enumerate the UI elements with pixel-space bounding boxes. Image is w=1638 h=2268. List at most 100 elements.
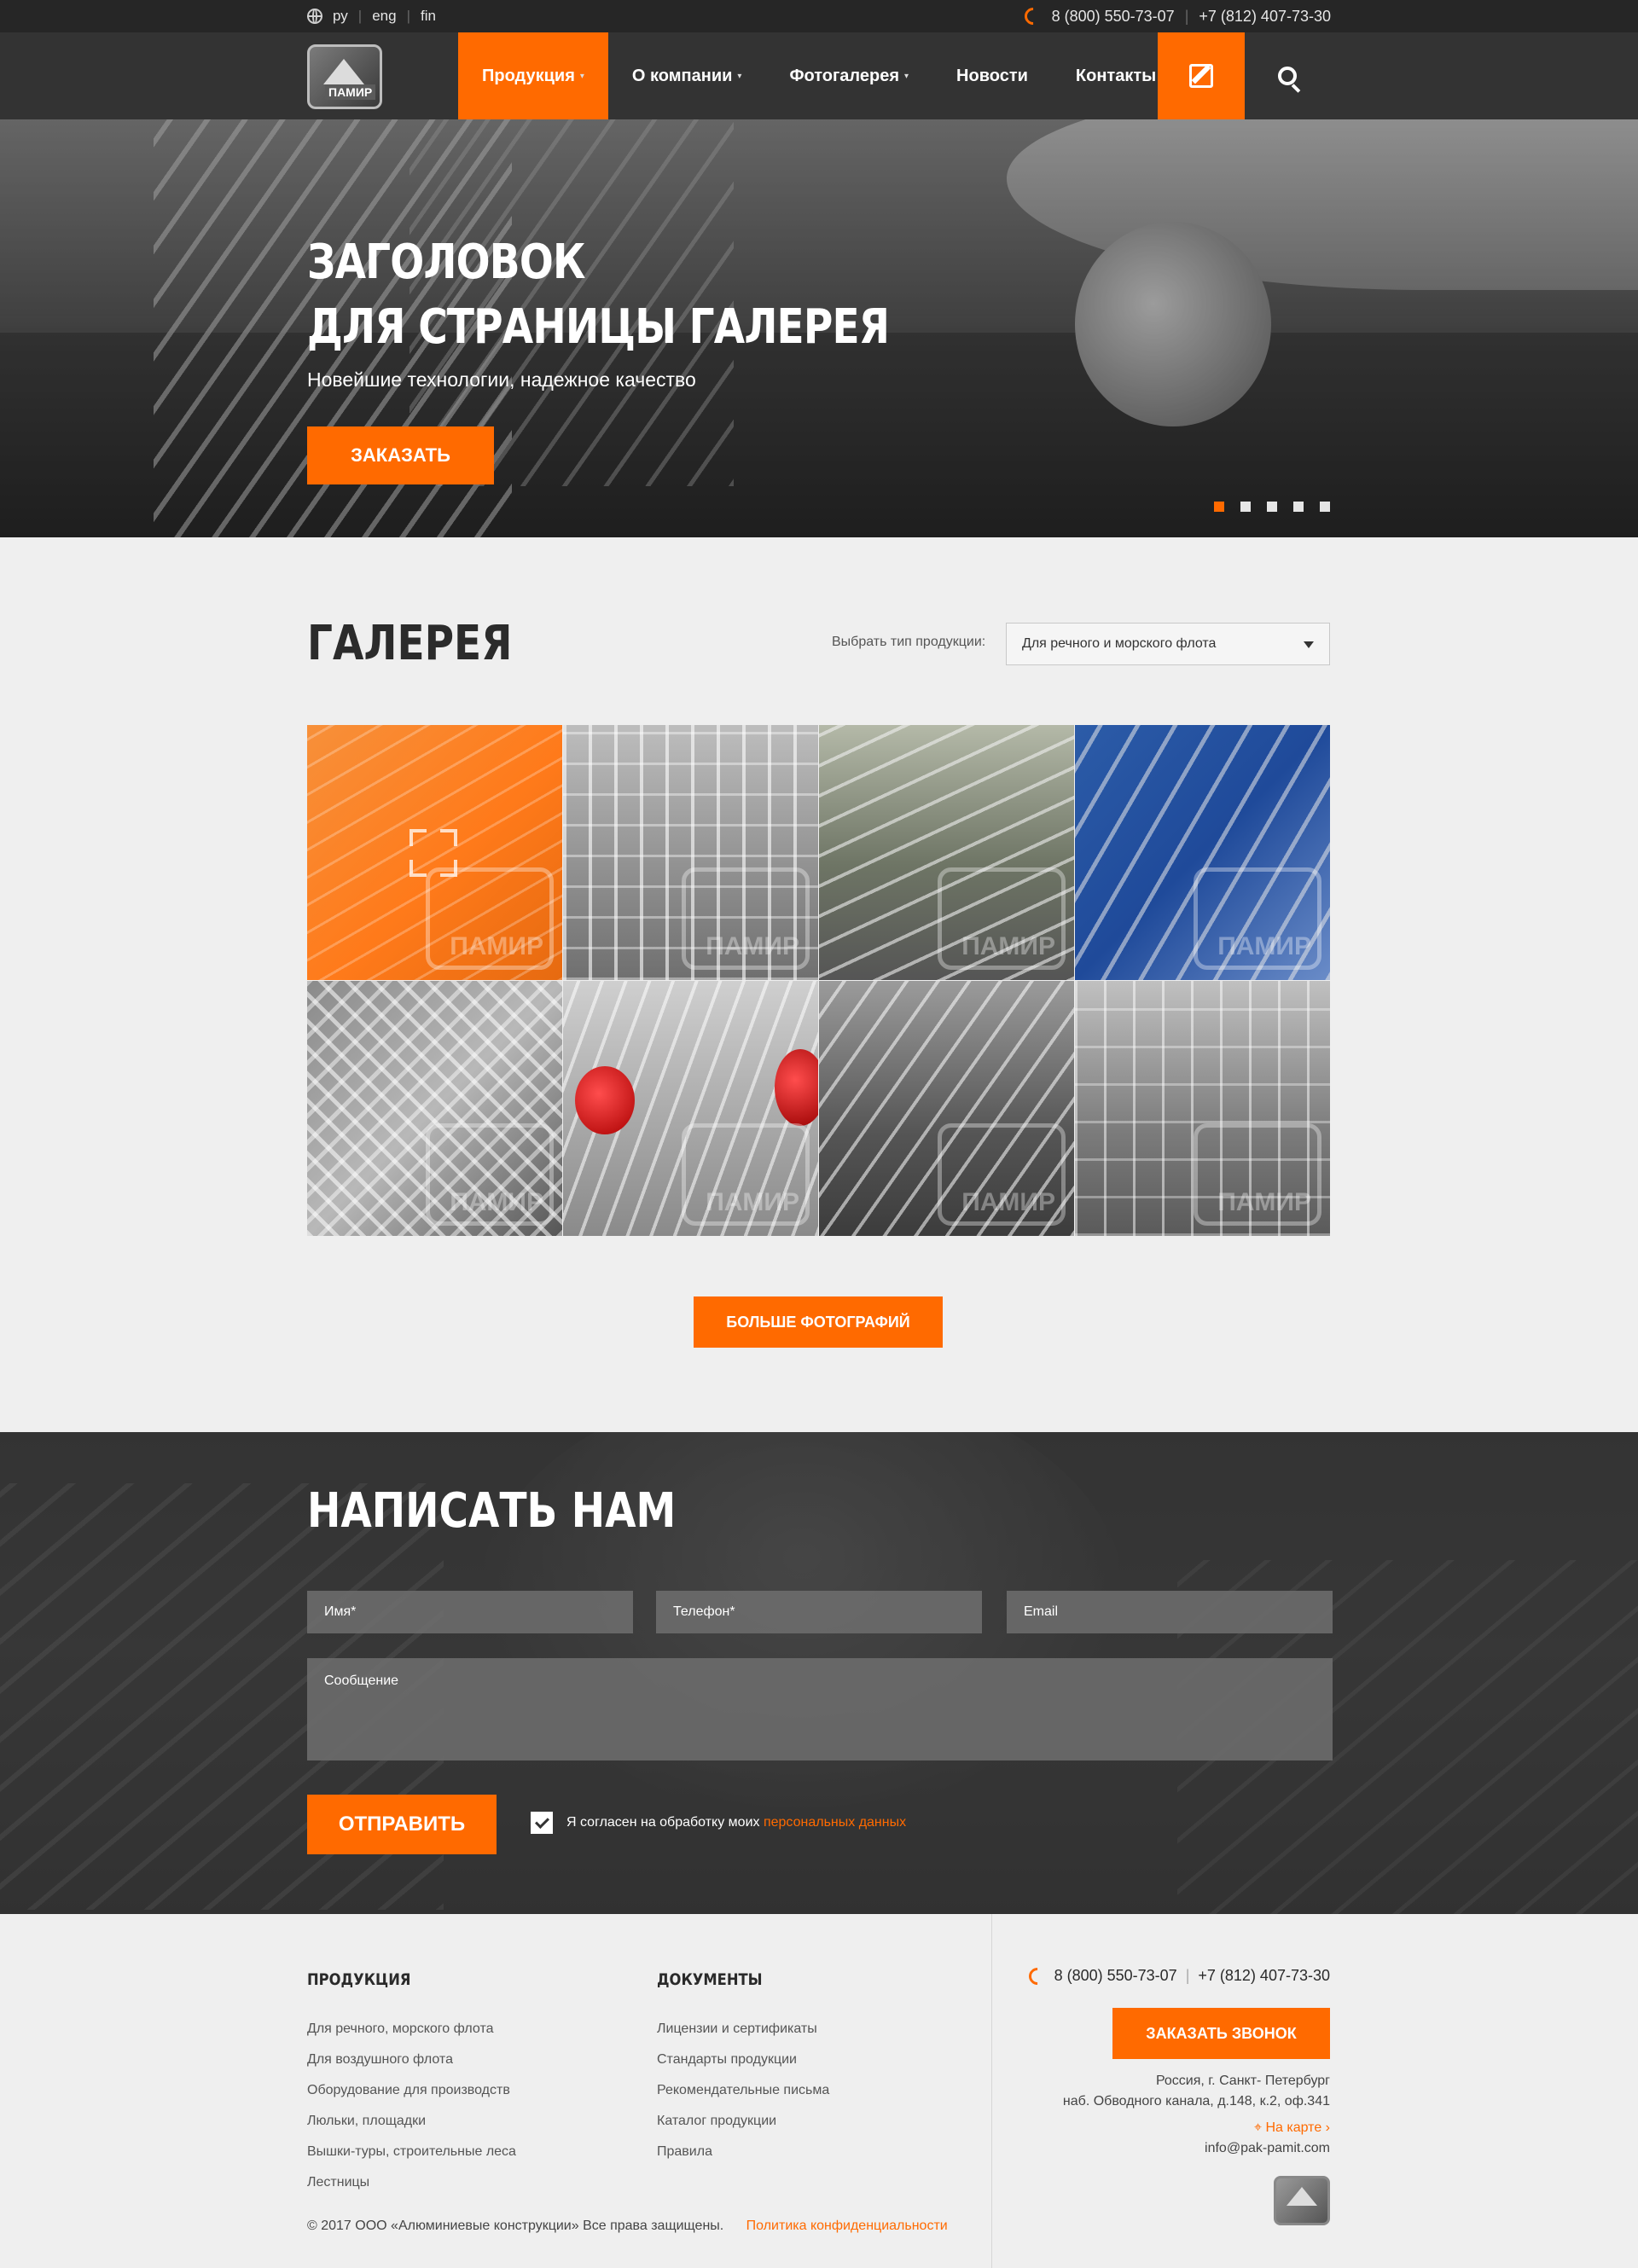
hero-title-line-1: ЗАГОЛОВОК [307,235,585,290]
slider-dots [1214,502,1330,512]
phone-number-1[interactable]: 8 (800) 550-73-07 [1054,1967,1177,1985]
footer: ПРОДУКЦИЯ Для речного, морского флота Дл… [0,1914,1638,2268]
footer-documents: ДОКУМЕНТЫ Лицензии и сертификаты Стандар… [657,1970,829,2175]
phone-field[interactable]: Телефон* [656,1591,982,1633]
divider: | [357,8,363,24]
footer-products-title: ПРОДУКЦИЯ [307,1970,411,1989]
caret-down-icon: ▾ [579,71,584,81]
nav-item-photogallery[interactable]: Фотогалерея ▾ [765,32,932,119]
footer-phones: 8 (800) 550-73-07 | +7 (812) 407-73-30 [989,1963,1330,1988]
top-bar: ру | eng | fin 8 (800) 550-73-07 | +7 (8… [0,0,1638,32]
nav-item-label: Фотогалерея [789,66,900,85]
slider-dot[interactable] [1267,502,1277,512]
hero-title-line-2: ДЛЯ СТРАНИЦЫ ГАЛЕРЕЯ [307,299,890,355]
footer-link[interactable]: Рекомендательные письма [657,2083,829,2098]
address-line-1: Россия, г. Санкт- Петербург [1155,2074,1330,2088]
consent-label: Я согласен на обработку моих персональны… [566,1815,906,1830]
footer-link[interactable]: Каталог продукции [657,2114,829,2129]
gallery-photo[interactable]: ПАМИР [563,725,818,980]
gallery-photo[interactable]: ПАМИР [307,725,562,980]
order-button[interactable]: ЗАКАЗАТЬ [307,426,494,484]
name-field[interactable]: Имя* [307,1591,633,1633]
contact-title: НАПИСАТЬ НАМ [307,1483,677,1539]
map-link-label: На карте › [1265,2120,1330,2135]
footer-products: ПРОДУКЦИЯ Для речного, морского флота Дл… [307,1970,516,2206]
nav-item-label: О компании [631,66,733,85]
gallery-photo[interactable]: ПАМИР [819,981,1074,1236]
nav-item-label: Продукция [482,66,575,85]
slider-dot[interactable] [1320,502,1330,512]
globe-icon [307,9,322,24]
message-field[interactable]: Сообщение [307,1658,1333,1760]
footer-link[interactable]: Лицензии и сертификаты [657,2021,829,2037]
filter-label: Выбрать тип продукции: [832,635,986,649]
product-type-select[interactable]: Для речного и морского флота [1006,623,1330,665]
nav-item-about[interactable]: О компании ▾ [608,32,766,119]
request-call-button[interactable]: ЗАКАЗАТЬ ЗВОНОК [1112,2008,1330,2059]
gallery-photo[interactable]: ПАМИР [1075,725,1330,980]
main-navigation: ПАМИР Продукция ▾ О компании ▾ Фотогалерея… [0,32,1638,119]
watermark-text: ПАМИР [1217,1188,1311,1216]
footer-logo[interactable] [1274,2176,1330,2225]
expand-icon[interactable] [410,829,457,877]
photo-content [775,1049,818,1126]
logo[interactable]: ПАМИР [307,44,382,109]
mountain-icon [323,59,364,84]
search-icon [1278,67,1297,85]
gallery-photo[interactable]: ПАМИР [819,725,1074,980]
consent-checkbox[interactable] [531,1812,553,1834]
search-button[interactable] [1245,32,1330,119]
footer-link[interactable]: Лестницы [307,2175,516,2190]
divider: | [1185,1967,1190,1984]
email-link[interactable]: info@pak-pamit.com [1205,2141,1330,2156]
privacy-policy-link[interactable]: Политика конфиденциальности [746,2219,948,2233]
phone-number-2[interactable]: +7 (812) 407-73-30 [1198,1967,1330,1985]
footer-link[interactable]: Для речного, морского флота [307,2021,516,2037]
phone-number-2[interactable]: +7 (812) 407-73-30 [1199,8,1331,26]
hero-subtitle: Новейшие технологии, надежное качество [307,368,696,391]
photo-content [575,1066,635,1134]
mountain-icon [1287,2187,1317,2206]
slider-dot-active[interactable] [1214,502,1224,512]
lang-fin[interactable]: fin [421,8,436,25]
write-us-button[interactable] [1158,32,1245,119]
hero-title: ЗАГОЛОВОК ДЛЯ СТРАНИЦЫ ГАЛЕРЕЯ [307,230,890,360]
nav-item-label: Новости [956,66,1028,85]
address-line-2: наб. Обводного канала, д.148, к.2, оф.34… [1062,2094,1330,2108]
send-button[interactable]: ОТПРАВИТЬ [307,1795,497,1854]
gallery-photo[interactable]: ПАМИР [563,981,818,1236]
consent-text: Я согласен на обработку моих [566,1815,760,1830]
footer-link[interactable]: Правила [657,2144,829,2160]
lang-ru[interactable]: ру [333,8,348,25]
watermark-text: ПАМИР [1217,932,1311,960]
hero-slider: ЗАГОЛОВОК ДЛЯ СТРАНИЦЫ ГАЛЕРЕЯ Новейшие … [0,119,1638,537]
map-link[interactable]: ⌖ На карте › [1254,2120,1330,2136]
edit-icon [1189,64,1213,88]
lang-eng[interactable]: eng [372,8,396,25]
footer-link[interactable]: Люльки, площадки [307,2114,516,2129]
personal-data-link[interactable]: персональных данных [764,1815,906,1830]
phone-number-1[interactable]: 8 (800) 550-73-07 [1052,8,1175,26]
footer-link[interactable]: Оборудование для производств [307,2083,516,2098]
gallery-photo[interactable]: ПАМИР [307,981,562,1236]
watermark-text: ПАМИР [450,1188,543,1216]
watermark-text: ПАМИР [961,1188,1055,1216]
footer-link[interactable]: Вышки-туры, строительные леса [307,2144,516,2160]
contact-section: НАПИСАТЬ НАМ Имя* Телефон* Email Сообщен… [0,1432,1638,1914]
footer-link[interactable]: Для воздушного флота [307,2052,516,2068]
slider-dot[interactable] [1240,502,1251,512]
nav-item-products[interactable]: Продукция ▾ [458,32,608,119]
gallery-grid: ПАМИР ПАМИР ПАМИР ПАМИР ПАМИР ПАМИР ПАМИ… [307,725,1330,1237]
gallery-photo[interactable]: ПАМИР [1075,981,1330,1236]
nav-item-label: Контакты [1075,66,1157,85]
more-photos-button[interactable]: БОЛЬШЕ ФОТОГРАФИЙ [694,1296,943,1348]
slider-dot[interactable] [1293,502,1304,512]
footer-link[interactable]: Стандарты продукции [657,2052,829,2068]
nav-item-news[interactable]: Новости [932,32,1052,119]
logo-text: ПАМИР [325,84,376,100]
address: Россия, г. Санкт- Петербург наб. Обводно… [1063,2071,1330,2112]
phone-icon [1020,3,1045,29]
email-field[interactable]: Email [1007,1591,1333,1633]
top-phones: 8 (800) 550-73-07 | +7 (812) 407-73-30 [1020,0,1331,32]
caret-down-icon: ▾ [904,71,909,81]
